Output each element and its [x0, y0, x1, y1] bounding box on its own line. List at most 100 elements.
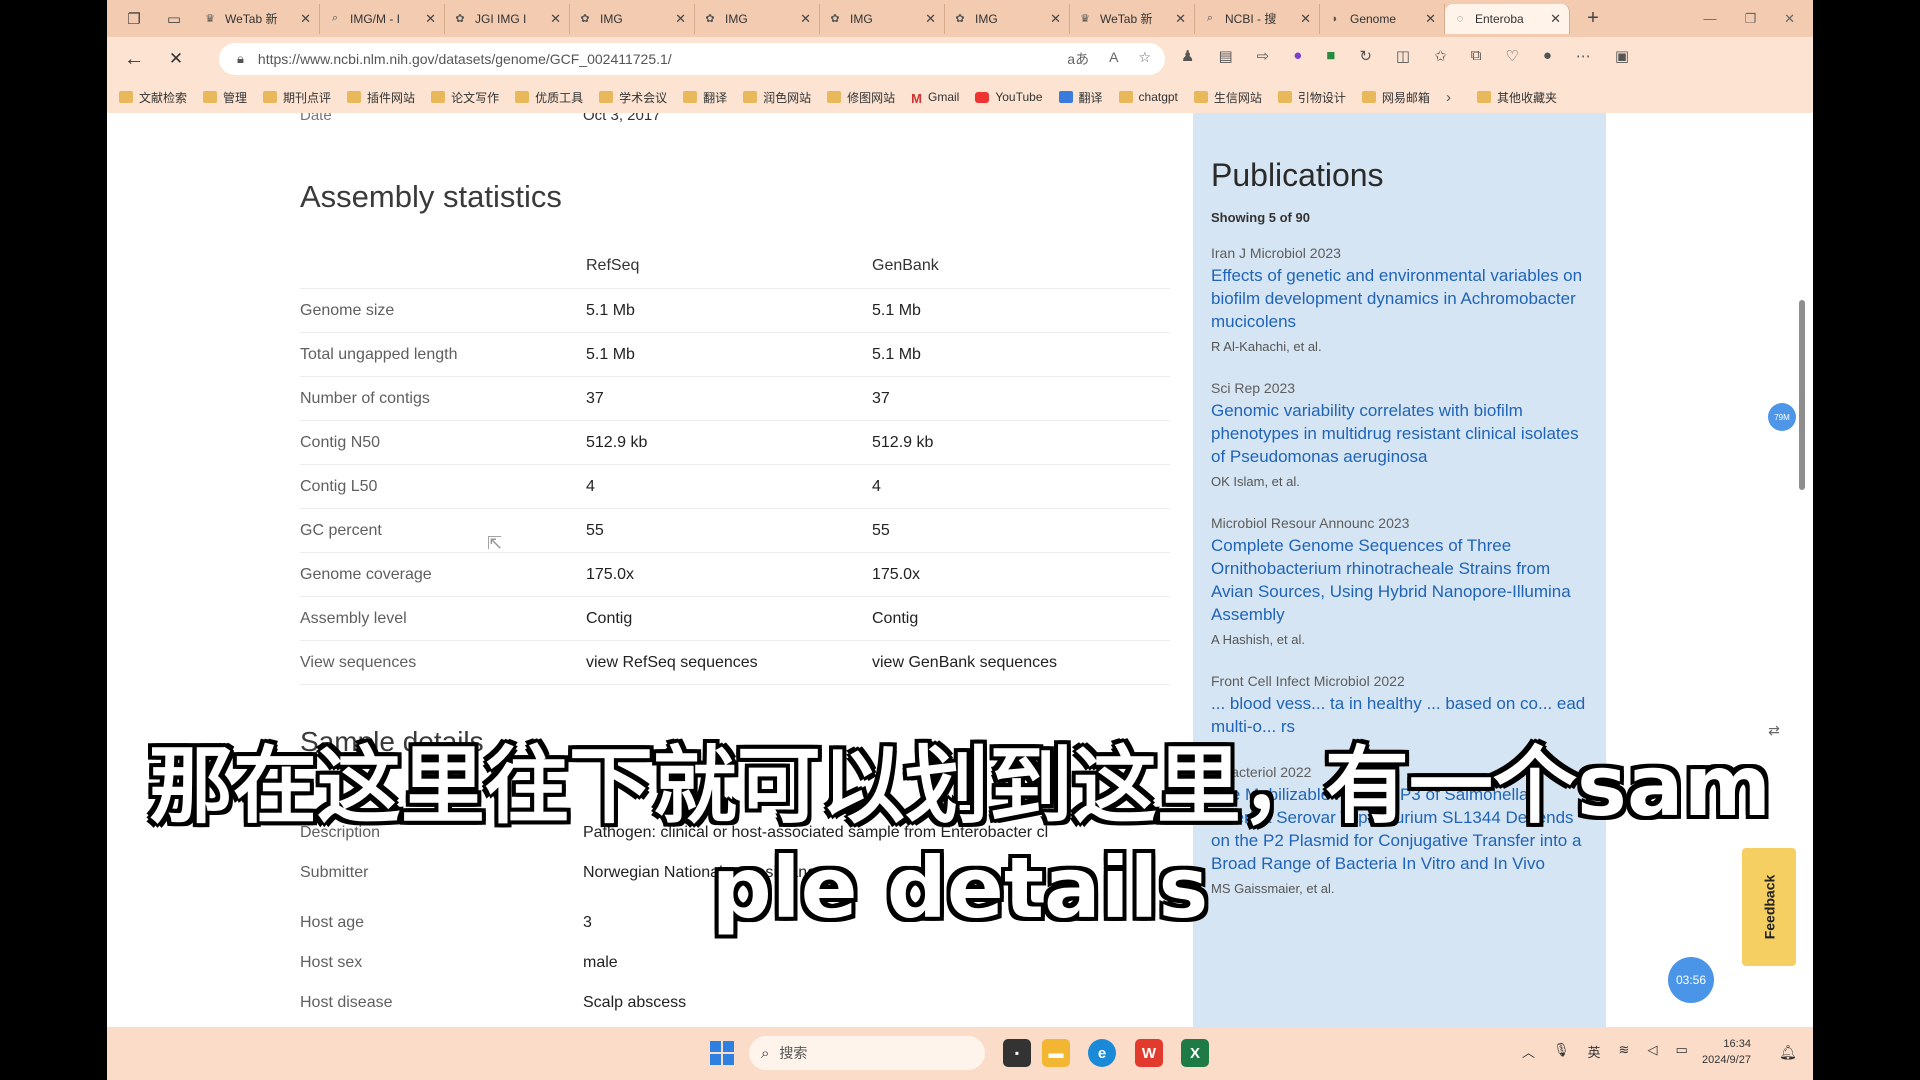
- immersive-reader-icon[interactable]: A: [1109, 49, 1118, 69]
- chevron-up-icon[interactable]: ︿: [1522, 1042, 1535, 1061]
- bookmark-item[interactable]: 管理: [203, 89, 247, 106]
- browser-tab[interactable]: ✿ IMG ✕: [820, 3, 945, 34]
- bookmark-item[interactable]: 学术会议: [599, 89, 667, 106]
- favorite-star-icon[interactable]: ☆: [1138, 49, 1151, 69]
- close-tab-icon[interactable]: ✕: [425, 11, 436, 27]
- bookmark-label: 润色网站: [763, 90, 812, 105]
- excel-icon[interactable]: X: [1181, 1039, 1209, 1067]
- close-tab-icon[interactable]: ✕: [1300, 11, 1311, 27]
- refresh-extension-icon[interactable]: ↻: [1359, 47, 1372, 65]
- bookmark-item[interactable]: 期刊点评: [263, 89, 331, 106]
- close-tab-icon[interactable]: ✕: [1550, 11, 1561, 27]
- workspaces-icon[interactable]: ❐: [121, 6, 147, 32]
- browser-tab[interactable]: ✿ IMG ✕: [695, 3, 820, 34]
- close-tab-icon[interactable]: ✕: [1050, 11, 1061, 27]
- split-screen-icon[interactable]: ◫: [1396, 47, 1410, 65]
- publication-title-link[interactable]: ... blood vess... ta in healthy ... base…: [1211, 692, 1588, 738]
- browser-essentials-icon[interactable]: ♡: [1505, 47, 1518, 65]
- new-tab-button[interactable]: +: [1578, 7, 1608, 30]
- publication-item: Iran J Microbiol 2023 Effects of genetic…: [1211, 245, 1588, 354]
- publication-title-link[interactable]: Genomic variability correlates with biof…: [1211, 399, 1588, 468]
- favorites-icon[interactable]: ✩: [1434, 47, 1447, 65]
- bookmark-label: YouTube: [995, 90, 1043, 104]
- floating-assistant-icon[interactable]: 79M: [1768, 403, 1796, 431]
- bookmark-item[interactable]: chatgpt: [1118, 89, 1178, 106]
- browser-tab[interactable]: ♛ WeTab 新 ✕: [195, 3, 320, 34]
- browser-tab[interactable]: ✿ JGI IMG I ✕: [445, 3, 570, 34]
- back-icon[interactable]: ←: [119, 44, 149, 74]
- system-clock[interactable]: 16:34 2024/9/27: [1702, 1036, 1751, 1068]
- task-view-icon[interactable]: ▪: [1003, 1039, 1031, 1067]
- ime-indicator[interactable]: 英: [1588, 1042, 1601, 1061]
- bookmark-folder-other[interactable]: 其他收藏夹: [1476, 89, 1557, 106]
- bookmark-item[interactable]: 引物设计: [1277, 89, 1346, 106]
- notification-bell-icon[interactable]: 🔔︎: [1779, 1044, 1797, 1061]
- browser-tab[interactable]: ✿ IMG ✕: [945, 3, 1070, 34]
- collections-icon[interactable]: ⧉: [1471, 47, 1482, 65]
- bookmark-item[interactable]: 网易邮箱: [1361, 89, 1430, 106]
- table-row: Genome coverage 175.0x 175.0x: [300, 553, 1170, 597]
- scrollbar-thumb[interactable]: [1799, 300, 1805, 490]
- browser-tab[interactable]: ♛ WeTab 新 ✕: [1070, 3, 1195, 34]
- battery-icon[interactable]: ▭: [1675, 1042, 1687, 1061]
- refseq-value: 37: [586, 389, 604, 407]
- bookmark-item[interactable]: 润色网站: [743, 89, 811, 106]
- close-tab-icon[interactable]: ✕: [300, 11, 311, 27]
- chevron-right-icon[interactable]: ›: [1446, 89, 1451, 106]
- bookmark-item[interactable]: 翻译: [1058, 89, 1103, 106]
- microphone-icon[interactable]: 🎙︎: [1553, 1042, 1570, 1061]
- wifi-icon[interactable]: ≋: [1619, 1042, 1630, 1061]
- bookmark-item[interactable]: YouTube: [975, 89, 1043, 106]
- folder-icon: [119, 91, 133, 103]
- bookmark-item[interactable]: 生信网站: [1193, 89, 1262, 106]
- close-window-icon[interactable]: ✕: [1784, 11, 1795, 27]
- sidebar-toggle-icon[interactable]: ▣: [1615, 47, 1629, 65]
- bookmark-item[interactable]: M Gmail: [911, 89, 959, 106]
- browser-tab[interactable]: ◌ Enteroba ✕: [1445, 3, 1570, 34]
- publication-title-link[interactable]: Effects of genetic and environmental var…: [1211, 264, 1588, 333]
- browser-tab[interactable]: ⌕ IMG/M - I ✕: [320, 3, 445, 34]
- browser-tab[interactable]: ⌕ NCBI - 搜 ✕: [1195, 3, 1320, 34]
- view-refseq-link[interactable]: view RefSeq sequences: [586, 654, 872, 672]
- bookmark-item[interactable]: 修图网站: [827, 89, 895, 106]
- bookmark-item[interactable]: 优质工具: [515, 89, 583, 106]
- wps-office-icon[interactable]: W: [1135, 1039, 1163, 1067]
- release-date-label: Date: [300, 113, 332, 124]
- close-tab-icon[interactable]: ✕: [925, 11, 936, 27]
- extension-icon[interactable]: ▤: [1218, 47, 1232, 65]
- lock-icon[interactable]: 🔒︎: [237, 51, 244, 67]
- taskbar-search[interactable]: ⌕ 搜索: [749, 1036, 985, 1070]
- bookmark-item[interactable]: 插件网站: [347, 89, 415, 106]
- stop-loading-icon[interactable]: ✕: [161, 44, 191, 74]
- close-tab-icon[interactable]: ✕: [675, 11, 686, 27]
- bookmark-item[interactable]: 论文写作: [431, 89, 499, 106]
- browser-tab[interactable]: ✿ IMG ✕: [570, 3, 695, 34]
- address-bar[interactable]: 🔒︎ https://www.ncbi.nlm.nih.gov/datasets…: [219, 43, 1165, 75]
- more-menu-icon[interactable]: ⋯: [1576, 47, 1591, 65]
- extension-icon[interactable]: ♟: [1181, 47, 1194, 65]
- tab-actions-icon[interactable]: ▭: [161, 6, 187, 32]
- bookmark-item[interactable]: 翻译: [683, 89, 727, 106]
- windows-start-icon[interactable]: [710, 1041, 734, 1065]
- restore-icon[interactable]: ❐: [1744, 11, 1756, 27]
- extension-icon[interactable]: ■: [1326, 47, 1335, 65]
- view-genbank-link[interactable]: view GenBank sequences: [872, 654, 1162, 672]
- publication-title-link[interactable]: Complete Genome Sequences of Three Ornit…: [1211, 534, 1588, 626]
- profile-icon[interactable]: ●: [1543, 47, 1552, 65]
- tab-label: IMG: [850, 11, 873, 26]
- extension-icon[interactable]: ●: [1293, 47, 1302, 65]
- timer-bubble[interactable]: 03:56: [1668, 957, 1714, 1003]
- bookmark-item[interactable]: 文献检索: [119, 89, 187, 106]
- close-tab-icon[interactable]: ✕: [1425, 11, 1436, 27]
- edge-browser-icon[interactable]: e: [1088, 1039, 1116, 1067]
- file-explorer-icon[interactable]: ▬: [1042, 1039, 1070, 1067]
- close-tab-icon[interactable]: ✕: [800, 11, 811, 27]
- browser-tab[interactable]: ◗ Genome ✕: [1320, 3, 1445, 34]
- read-aloud-icon[interactable]: aあ: [1067, 49, 1089, 69]
- genbank-value: 512.9 kb: [872, 433, 934, 451]
- extension-icon[interactable]: ⇨: [1257, 47, 1270, 65]
- close-tab-icon[interactable]: ✕: [550, 11, 561, 27]
- close-tab-icon[interactable]: ✕: [1175, 11, 1186, 27]
- minimize-icon[interactable]: —: [1703, 11, 1716, 27]
- volume-icon[interactable]: ◁: [1647, 1042, 1657, 1061]
